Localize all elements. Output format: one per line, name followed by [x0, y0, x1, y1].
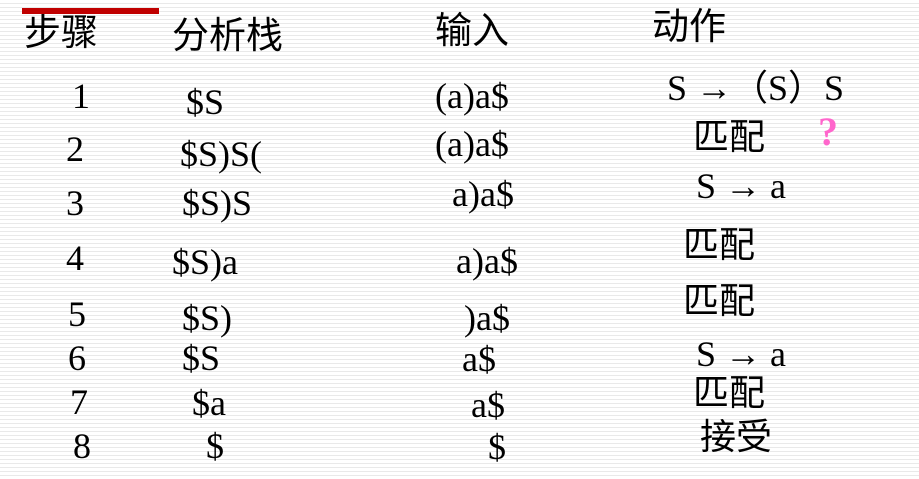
row-6-step: 6	[68, 338, 86, 378]
row-3-stack: $S)S	[182, 183, 253, 223]
header-step: 步骤	[24, 11, 98, 54]
row-7-input: a$	[471, 385, 505, 425]
header-input: 输入	[435, 9, 509, 52]
row-1-action: S →（S）S	[667, 68, 845, 108]
row-7-step: 7	[70, 382, 88, 422]
row-8-input: $	[488, 427, 506, 467]
row-3-action: S → a	[696, 166, 786, 206]
row-4-step: 4	[66, 238, 84, 278]
row-5-step: 5	[68, 294, 86, 334]
row-4-stack: $S)a	[172, 242, 238, 282]
row-5-stack: $S)	[182, 298, 233, 338]
question-mark-annotation: ?	[818, 109, 838, 154]
row-7-action: 匹配	[693, 373, 766, 414]
row-6-input: a$	[462, 339, 496, 379]
row-4-action: 匹配	[683, 225, 756, 266]
row-7-stack: $a	[192, 383, 226, 423]
row-8-action: 接受	[700, 417, 773, 458]
row-5-action: 匹配	[683, 281, 756, 322]
row-2-stack: $S)S(	[180, 134, 263, 174]
row-1-stack: $S	[186, 82, 225, 122]
row-8-step: 8	[73, 426, 91, 466]
row-8-stack: $	[206, 426, 224, 466]
row-3-step: 3	[66, 183, 84, 223]
row-2-input: (a)a$	[435, 124, 509, 164]
row-3-input: a)a$	[452, 174, 514, 214]
row-2-step: 2	[66, 129, 84, 169]
row-2-action: 匹配	[693, 117, 766, 158]
row-5-input: )a$	[464, 298, 510, 338]
header-action: 动作	[652, 5, 726, 48]
row-6-stack: $S	[182, 338, 221, 378]
row-1-input: (a)a$	[435, 76, 509, 116]
header-stack: 分析栈	[172, 14, 283, 57]
row-6-action: S → a	[696, 334, 786, 374]
row-1-step: 1	[72, 76, 90, 116]
row-4-input: a)a$	[456, 241, 518, 281]
